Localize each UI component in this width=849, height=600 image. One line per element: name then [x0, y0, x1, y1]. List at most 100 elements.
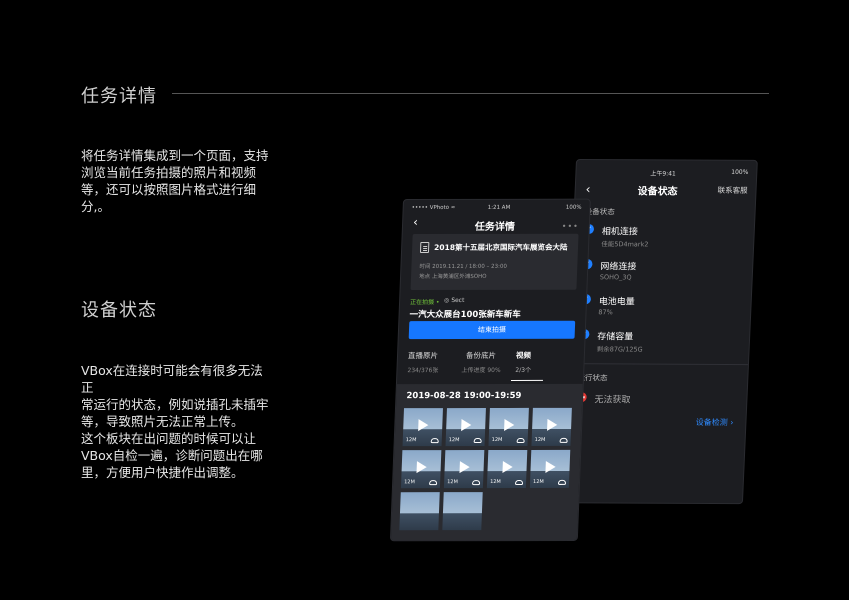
status-item-network: ✓ 网络连接 SOHO_3Q [582, 259, 743, 281]
description-line: 将任务详情集成到一个页面，支持 [81, 148, 269, 163]
device-status-description: VBox在连接时可能会有很多无法正 常运行的状态，例如说插孔未插牢 等，导致照片… [81, 362, 271, 481]
item-detail: SOHO_3Q [599, 273, 632, 282]
screen-title: 任务详情 [474, 221, 516, 233]
active-tab-indicator [510, 379, 543, 381]
stat-value: 2/3个 [515, 366, 532, 374]
stat-label: 视频 [515, 350, 532, 360]
item-detail: 佳能5D4mark2 [601, 240, 649, 249]
section-title-task-detail: 任务详情 [81, 86, 157, 107]
play-icon [504, 418, 515, 431]
section-divider [568, 363, 748, 366]
cloud-icon [472, 480, 481, 486]
document-icon [419, 241, 430, 254]
file-size: 12M [447, 479, 458, 486]
tab-videos[interactable]: 视频 2/3个 [515, 350, 532, 374]
play-icon [502, 461, 513, 474]
carrier-label: ••••• VPhoto ≈ [411, 204, 456, 211]
event-title: 2018第十五届北京国际汽车展览会大陆 [433, 242, 568, 252]
tab-backup-negatives[interactable]: 备份底片 上传进度 90% [461, 350, 501, 374]
play-icon [459, 461, 470, 474]
status-bar: 上午9:41 100% [577, 168, 757, 178]
cloud-icon [429, 480, 438, 486]
stat-value: 上传进度 90% [461, 366, 501, 375]
description-line: 里，方便用户快捷作出调整。 [81, 465, 244, 480]
stat-value: 234/376张 [407, 367, 439, 375]
brand-label: ◎ Sect [443, 296, 465, 305]
battery-level: 100% [565, 204, 582, 211]
contact-support-link[interactable]: 联系客服 [717, 185, 747, 196]
description-line: 等，导致照片无法正常上传。 [81, 414, 244, 429]
description-line: VBox自检一遍，诊断问题出在哪 [81, 448, 263, 463]
video-thumbnail[interactable]: 12M [402, 408, 443, 447]
screen-title: 设备状态 [637, 186, 678, 198]
more-icon[interactable]: ••• [562, 222, 579, 231]
play-icon [416, 461, 427, 474]
status-time: 1:21 AM [487, 204, 511, 211]
task-subject: 一汽大众展台100张新车新车 [409, 309, 521, 321]
status-item-camera: ✓ 相机连接 佳能5D4mark2 [583, 224, 744, 248]
stat-label: 直播原片 [407, 351, 439, 361]
play-icon [545, 460, 556, 473]
back-icon[interactable]: ‹ [413, 215, 418, 229]
file-size: 12M [404, 479, 415, 486]
device-status-screen: 上午9:41 100% ‹ 设备状态 联系客服 设备状态 ✓ 相机连接 佳能5D… [562, 160, 757, 504]
item-name: 相机连接 [601, 227, 639, 238]
video-thumbnail[interactable] [399, 492, 440, 531]
item-detail: 剩余87G/125G [596, 345, 643, 354]
video-thumbnail[interactable]: 12M [486, 449, 528, 489]
end-shooting-button[interactable]: 结束拍摄 [408, 320, 576, 340]
cloud-icon [516, 437, 525, 443]
battery-level: 100% [731, 168, 749, 176]
play-icon [547, 418, 558, 431]
file-size: 12M [448, 437, 460, 444]
status-time: 上午9:41 [650, 170, 676, 178]
back-icon[interactable]: ‹ [585, 182, 590, 196]
play-icon [461, 419, 472, 432]
item-detail: 87% [598, 308, 613, 317]
description-line: 分,。 [81, 199, 110, 214]
video-thumbnail[interactable]: 12M [488, 407, 529, 447]
event-card[interactable]: 2018第十五届北京国际汽车展览会大陆 时间 2019.11.21 / 18:0… [410, 233, 579, 291]
description-line: 浏览当前任务拍摄的照片和视频 [81, 165, 257, 180]
video-thumbnail[interactable]: 12M [400, 450, 442, 489]
stat-label: 备份底片 [465, 350, 497, 361]
play-icon [418, 419, 429, 432]
gallery-date: 2019-08-28 19:00-19:59 [406, 390, 522, 402]
description-line: 等，还可以按照图片格式进行细 [81, 182, 257, 197]
live-status-badge: 正在拍摄 • [409, 299, 440, 307]
video-thumbnail[interactable]: 12M [531, 407, 572, 446]
run-status-value: 无法获取 [594, 395, 631, 406]
tab-live-photos[interactable]: 直播原片 234/376张 [407, 350, 439, 374]
status-item-battery: ✓ 电池电量 87% [580, 294, 741, 316]
event-time: 时间 2019.11.21 / 18:00 – 23:00 [419, 263, 508, 271]
item-name: 存储容量 [597, 332, 634, 343]
description-line: 常运行的状态，例如说插孔未插牢 [81, 397, 269, 412]
file-size: 12M [534, 436, 546, 443]
file-size: 12M [491, 437, 503, 444]
thumbnail-grid: 12M 12M 12M 12M 12M 12M 12M 12M [399, 407, 576, 531]
cloud-icon [430, 438, 439, 444]
item-name: 电池电量 [598, 297, 635, 308]
event-place: 地点 上海黄浦区外滩SOHO [418, 273, 487, 281]
file-size: 12M [489, 479, 501, 486]
video-thumbnail[interactable]: 12M [443, 450, 485, 489]
description-line: 这个板块在出问题的时候可以让 [81, 431, 257, 446]
task-detail-description: 将任务详情集成到一个页面，支持 浏览当前任务拍摄的照片和视频 等，还可以按照图片… [81, 147, 271, 215]
section-title-device-status: 设备状态 [81, 300, 157, 321]
video-thumbnail[interactable]: 12M [445, 408, 486, 447]
file-size: 12M [532, 478, 544, 485]
status-item-storage: ✓ 存储容量 剩余87G/125G [579, 329, 740, 354]
description-line: VBox在连接时可能会有很多无法正 [81, 363, 263, 395]
task-detail-screen: ••••• VPhoto ≈ 1:21 AM 100% ‹ 任务详情 ••• 2… [390, 199, 590, 541]
device-check-link[interactable]: 设备检测 › [695, 417, 734, 428]
video-thumbnail[interactable] [442, 492, 483, 531]
cloud-icon [559, 437, 568, 443]
cloud-icon [473, 438, 482, 444]
cloud-icon [557, 479, 567, 485]
file-size: 12M [405, 437, 417, 444]
title-divider [172, 93, 769, 94]
run-status-item: 无法获取 [576, 392, 737, 406]
video-thumbnail[interactable]: 12M [529, 449, 571, 488]
video-gallery: 2019-08-28 19:00-19:59 12M 12M 12M 12M 1… [390, 383, 583, 541]
cloud-icon [514, 479, 524, 486]
